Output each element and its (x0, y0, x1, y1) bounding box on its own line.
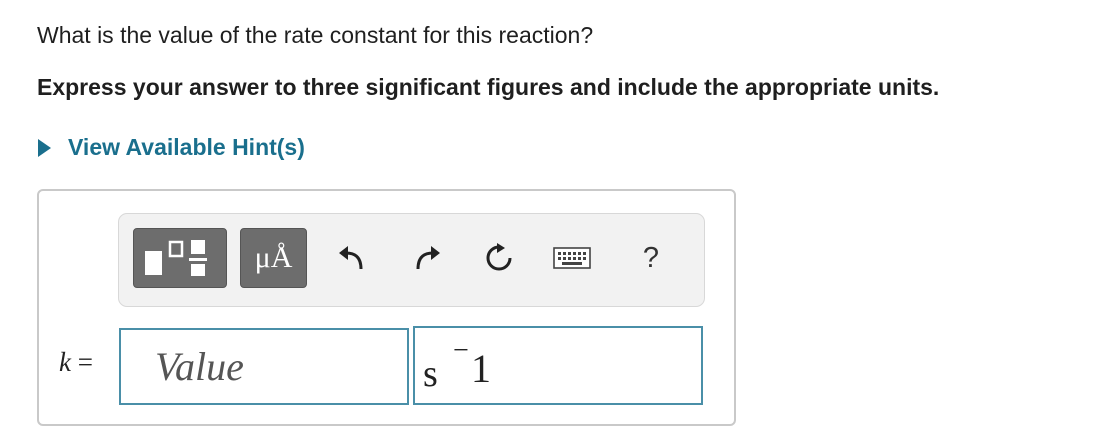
expand-triangle-icon (38, 138, 51, 157)
units-button-label: μÅ (254, 241, 293, 274)
reset-button[interactable] (479, 238, 519, 278)
units-button[interactable]: μÅ (240, 228, 307, 288)
answer-instruction: Express your answer to three significant… (37, 74, 940, 100)
view-hints-link[interactable]: View Available Hint(s) (38, 134, 305, 161)
question-text: What is the value of the rate constant f… (37, 22, 594, 48)
keyboard-button[interactable] (549, 240, 595, 276)
unit-exponent: 1 (471, 346, 491, 391)
unit-base: s (423, 353, 438, 395)
help-label: ? (642, 241, 660, 274)
unit-exponent-sign: − (453, 335, 469, 366)
variable-label: k = (59, 347, 93, 378)
value-input[interactable] (119, 328, 409, 405)
math-toolbar: μÅ ? (118, 213, 705, 307)
undo-button[interactable] (331, 238, 371, 278)
keyboard-icon (553, 247, 591, 269)
view-hints-label: View Available Hint(s) (68, 134, 305, 160)
templates-button[interactable] (133, 228, 227, 288)
reset-icon (486, 243, 512, 271)
equals-sign: = (77, 347, 93, 377)
answer-panel: μÅ ? k = Value s − 1 (37, 189, 736, 426)
redo-button[interactable] (408, 238, 448, 278)
fraction-templates-icon (145, 240, 207, 276)
variable-name: k (59, 347, 71, 377)
units-input[interactable]: s − 1 (413, 326, 703, 405)
redo-icon (416, 246, 440, 270)
undo-icon (339, 246, 363, 270)
help-button[interactable]: ? (631, 236, 671, 280)
